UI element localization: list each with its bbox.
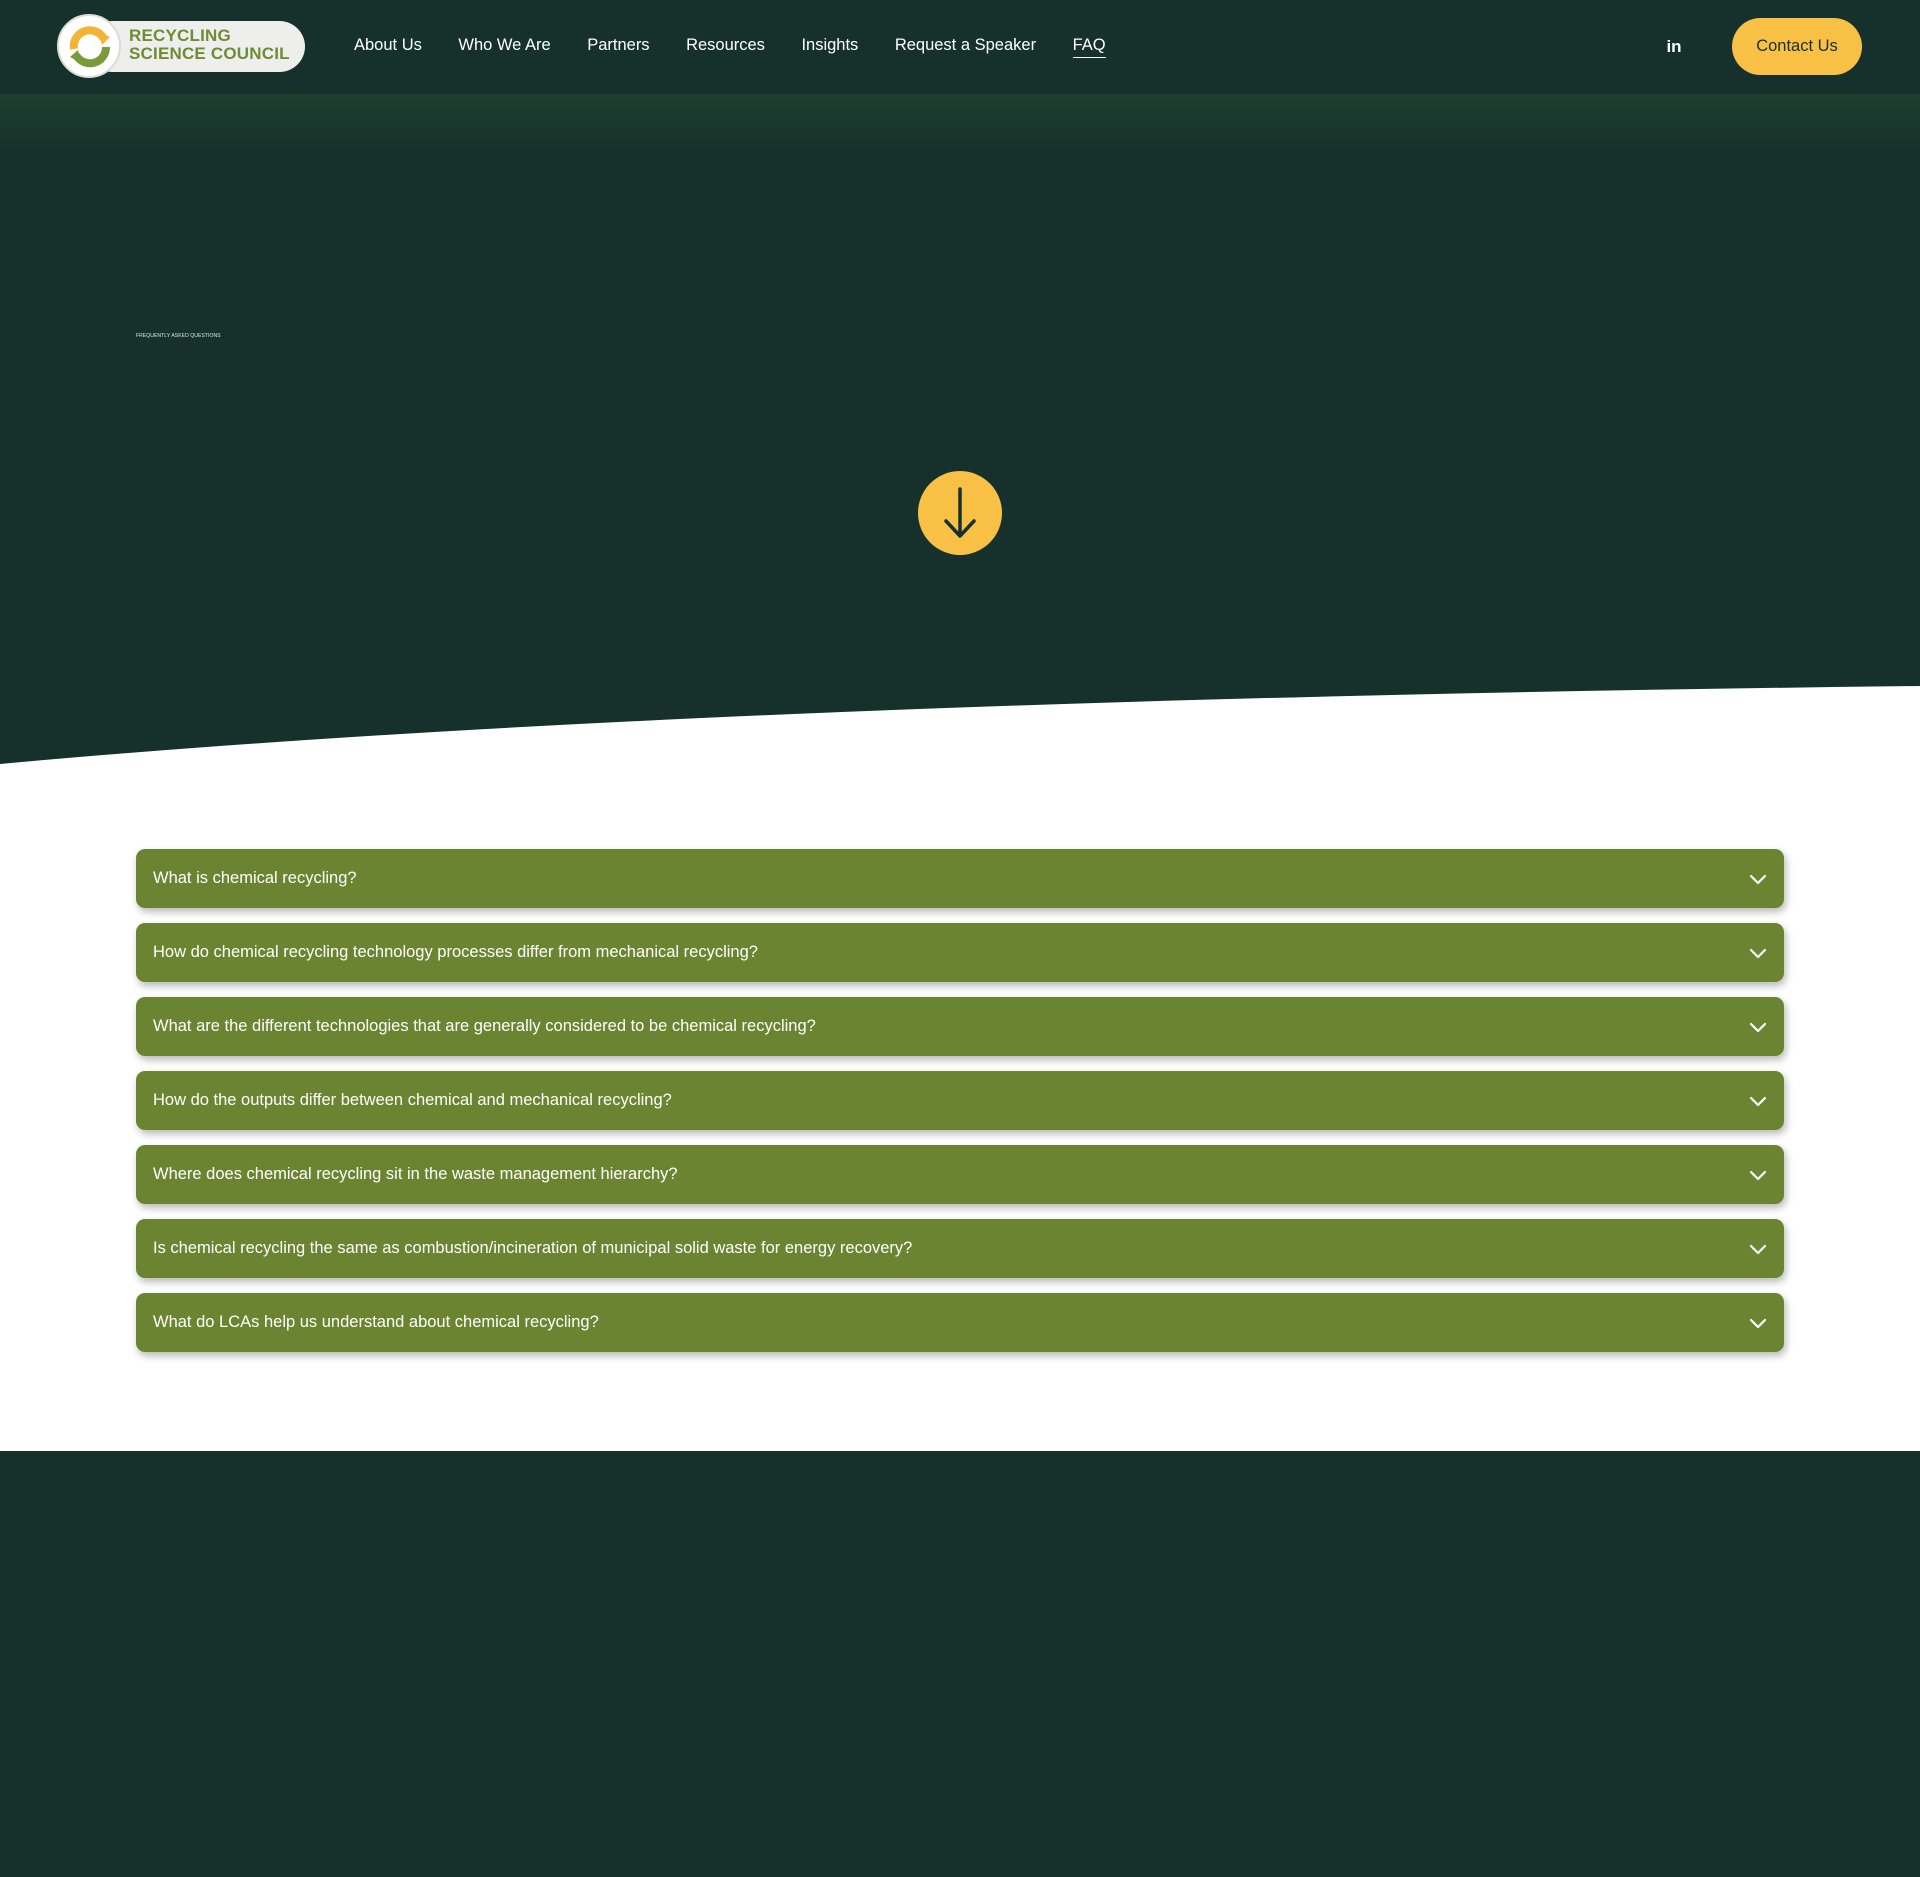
faq-list: What is chemical recycling? How do chemi… — [136, 849, 1784, 1367]
main-nav: About Us Who We Are Partners Resources I… — [354, 0, 1142, 94]
chevron-down-icon — [1749, 1022, 1767, 1032]
faq-item[interactable]: How do chemical recycling technology pro… — [136, 923, 1784, 982]
chevron-down-icon — [1749, 1244, 1767, 1254]
faq-question: What are the different technologies that… — [153, 1017, 816, 1035]
faq-question: What is chemical recycling? — [153, 869, 357, 887]
nav-item-who-we-are[interactable]: Who We Are — [458, 36, 550, 58]
faq-question: Where does chemical recycling sit in the… — [153, 1165, 678, 1183]
nav-item-insights[interactable]: Insights — [801, 36, 858, 58]
logo-line-1: RECYCLING — [129, 26, 231, 45]
faq-question: Is chemical recycling the same as combus… — [153, 1239, 913, 1257]
nav-item-request-a-speaker[interactable]: Request a Speaker — [895, 36, 1036, 58]
chevron-down-icon — [1749, 1170, 1767, 1180]
faq-item[interactable]: What do LCAs help us understand about ch… — [136, 1293, 1784, 1352]
faq-question: How do chemical recycling technology pro… — [153, 943, 758, 961]
chevron-down-icon — [1749, 948, 1767, 958]
nav-item-about-us[interactable]: About Us — [354, 36, 422, 58]
nav-item-resources[interactable]: Resources — [686, 36, 765, 58]
site-logo[interactable]: RECYCLING SCIENCE COUNCIL — [57, 14, 307, 78]
chevron-down-icon — [1749, 1318, 1767, 1328]
header-shadow — [0, 94, 1920, 154]
hero-eyebrow: FREQUENTLY ASKED QUESTIONS — [136, 333, 221, 339]
logo-line-2: SCIENCE COUNCIL — [129, 44, 290, 63]
chevron-down-icon — [1749, 874, 1767, 884]
site-header: RECYCLING SCIENCE COUNCIL About Us Who W… — [0, 0, 1920, 94]
logo-wordmark: RECYCLING SCIENCE COUNCIL — [129, 27, 290, 63]
linkedin-icon[interactable]: in — [1663, 36, 1685, 58]
nav-item-partners[interactable]: Partners — [587, 36, 649, 58]
section-curve — [0, 686, 1920, 765]
nav-item-faq[interactable]: FAQ — [1072, 36, 1106, 58]
chevron-down-icon — [1749, 1096, 1767, 1106]
faq-question: How do the outputs differ between chemic… — [153, 1091, 672, 1109]
faq-question: What do LCAs help us understand about ch… — [153, 1313, 599, 1331]
faq-item[interactable]: What is chemical recycling? — [136, 849, 1784, 908]
scroll-down-button[interactable] — [918, 471, 1002, 555]
faq-item[interactable]: Is chemical recycling the same as combus… — [136, 1219, 1784, 1278]
arrow-down-icon — [944, 487, 976, 538]
faq-item[interactable]: Where does chemical recycling sit in the… — [136, 1145, 1784, 1204]
recycle-circle-icon — [57, 14, 121, 78]
footer-area — [0, 1451, 1920, 1877]
contact-us-button[interactable]: Contact Us — [1732, 18, 1862, 75]
faq-item[interactable]: What are the different technologies that… — [136, 997, 1784, 1056]
faq-item[interactable]: How do the outputs differ between chemic… — [136, 1071, 1784, 1130]
